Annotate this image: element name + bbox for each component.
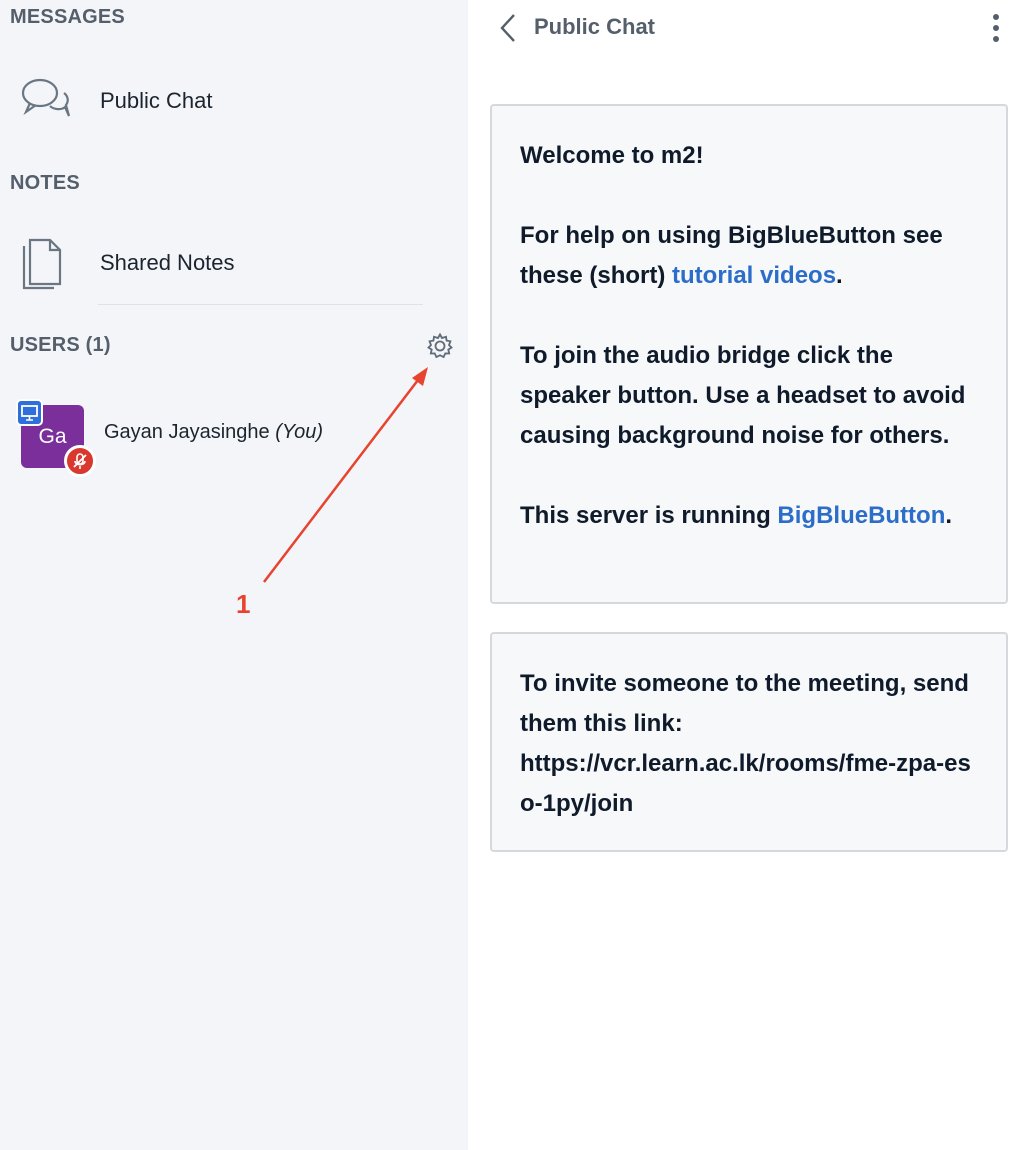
user-settings-button[interactable] (424, 330, 456, 362)
user-list-item[interactable]: Ga Gayan Jayasinghe (You) (0, 395, 468, 477)
welcome-message: Welcome to m2! For help on using BigBlue… (490, 104, 1008, 604)
invite-text: To invite someone to the meeting, send t… (520, 670, 969, 737)
tutorial-videos-link[interactable]: tutorial videos (672, 262, 836, 289)
invite-url[interactable]: https://vcr.learn.ac.lk/rooms/fme-zpa-es… (520, 744, 978, 824)
invite-message: To invite someone to the meeting, send t… (490, 632, 1008, 852)
chevron-left-icon (494, 14, 524, 48)
audio-text: To join the audio bridge click the speak… (520, 342, 966, 449)
sidebar-item-public-chat[interactable]: Public Chat (0, 64, 468, 134)
bigbluebutton-link[interactable]: BigBlueButton (777, 502, 945, 529)
users-section-title: USERS (1) (10, 334, 111, 356)
public-chat-label: Public Chat (100, 88, 213, 113)
server-text: This server is running BigBlueButton. (520, 496, 978, 536)
user-name: Gayan Jayasinghe (You) (104, 421, 323, 444)
user-you-tag: (You) (275, 421, 324, 443)
server-suffix: . (945, 502, 953, 529)
user-name-text: Gayan Jayasinghe (104, 421, 270, 443)
shared-notes-label: Shared Notes (100, 250, 235, 275)
divider (98, 304, 423, 305)
welcome-prefix: Welcome to (520, 142, 661, 169)
document-icon (20, 234, 64, 295)
more-options-button[interactable] (980, 12, 1012, 44)
meeting-name: m2 (660, 142, 696, 169)
chat-header: Public Chat (468, 0, 1034, 60)
mic-muted-icon (64, 445, 96, 477)
avatar-initials: Ga (38, 425, 67, 448)
notes-section-title: NOTES (10, 172, 80, 194)
server-prefix: This server is running (520, 502, 778, 529)
presenter-icon (16, 399, 43, 426)
back-button[interactable] (494, 12, 524, 44)
sidebar-item-shared-notes[interactable]: Shared Notes (0, 226, 468, 296)
help-text: For help on using BigBlueButton see thes… (520, 216, 978, 296)
messages-section-title: MESSAGES (10, 6, 125, 28)
chat-title[interactable]: Public Chat (534, 14, 655, 40)
help-suffix: . (836, 262, 843, 289)
chat-bubbles-icon (20, 76, 72, 129)
welcome-suffix: ! (695, 142, 704, 169)
more-vertical-icon (980, 14, 1012, 48)
annotation-number: 1 (236, 589, 251, 619)
welcome-line: Welcome to m2! (520, 136, 978, 176)
gear-icon (424, 332, 456, 366)
user-list-sidebar: MESSAGES Public Chat NOTES Shared Notes … (0, 0, 468, 1150)
